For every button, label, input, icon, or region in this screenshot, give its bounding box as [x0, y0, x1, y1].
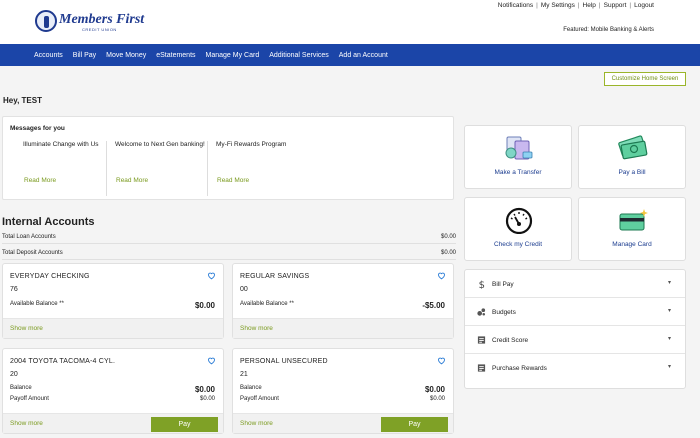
- message-text: My-Fi Rewards Program: [216, 141, 287, 148]
- app-header: Members First CREDIT UNION Notifications…: [0, 0, 700, 44]
- nav-accounts[interactable]: Accounts: [34, 52, 63, 59]
- featured-link[interactable]: Mobile Banking & Alerts: [591, 27, 654, 33]
- account-number: 76: [10, 286, 18, 293]
- chevron-down-icon: ▾: [667, 336, 671, 342]
- heart-icon[interactable]: [207, 356, 216, 365]
- account-number: 20: [10, 371, 18, 378]
- chevron-down-icon: ▾: [667, 364, 671, 370]
- transfer-icon: [505, 136, 533, 160]
- account-number: 00: [240, 286, 248, 293]
- balance-value: $0.00: [194, 385, 215, 394]
- total-loan-accounts-row: Total Loan Accounts $0.00: [2, 230, 456, 244]
- payoff-amount-row: Payoff Amount $0.00: [10, 396, 215, 402]
- read-more-link[interactable]: Read More: [24, 177, 56, 184]
- members-first-logo[interactable]: Members First CREDIT UNION: [35, 10, 144, 34]
- message-item[interactable]: My-Fi Rewards Program Read More: [208, 141, 308, 196]
- chevron-down-icon: ▾: [667, 308, 671, 314]
- document-icon: [477, 364, 486, 372]
- featured-label: Featured:: [563, 27, 589, 33]
- manage-card-tile[interactable]: Manage Card: [578, 197, 686, 261]
- help-link[interactable]: Help: [583, 2, 596, 9]
- make-a-transfer-tile[interactable]: Make a Transfer: [464, 125, 572, 189]
- nav-move-money[interactable]: Move Money: [106, 52, 146, 59]
- show-more-link[interactable]: Show more: [240, 325, 273, 332]
- svg-text:$: $: [479, 280, 485, 289]
- logout-link[interactable]: Logout: [634, 2, 654, 9]
- total-deposit-accounts-row: Total Deposit Accounts $0.00: [2, 246, 456, 260]
- my-settings-link[interactable]: My Settings: [541, 2, 575, 9]
- account-name: PERSONAL UNSECURED: [240, 358, 328, 365]
- accordion-credit-score[interactable]: Credit Score ▾: [465, 326, 685, 354]
- message-text: Welcome to Next Gen banking!: [115, 141, 205, 148]
- balance-row: Balance $0.00: [10, 385, 215, 394]
- balance-row: Balance $0.00: [240, 385, 445, 394]
- account-card[interactable]: REGULAR SAVINGS 00 Available Balance ** …: [232, 263, 454, 339]
- payoff-amount-row: Payoff Amount $0.00: [240, 396, 445, 402]
- available-balance-row: Available Balance ** $0.00: [10, 301, 215, 310]
- payoff-value: $0.00: [199, 396, 215, 402]
- dollar-icon: $: [479, 280, 485, 289]
- account-card[interactable]: 2004 TOYOTA TACOMA-4 CYL. 20 Balance $0.…: [2, 348, 224, 434]
- credit-card-icon: [619, 209, 648, 231]
- heart-icon[interactable]: [437, 356, 446, 365]
- heart-icon[interactable]: [207, 271, 216, 280]
- show-more-link[interactable]: Show more: [240, 420, 273, 427]
- show-more-link[interactable]: Show more: [10, 420, 43, 427]
- accordion-budgets[interactable]: Budgets ▾: [465, 298, 685, 326]
- accordion-purchase-rewards[interactable]: Purchase Rewards ▾: [465, 354, 685, 382]
- payoff-value: $0.00: [429, 396, 445, 402]
- nav-additional-services[interactable]: Additional Services: [269, 52, 329, 59]
- support-link[interactable]: Support: [604, 2, 627, 9]
- check-my-credit-tile[interactable]: Check my Credit: [464, 197, 572, 261]
- account-name: 2004 TOYOTA TACOMA-4 CYL.: [10, 358, 116, 365]
- balance-value: $0.00: [424, 385, 445, 394]
- pay-a-bill-tile[interactable]: Pay a Bill: [578, 125, 686, 189]
- utility-links: Notifications | My Settings | Help | Sup…: [497, 2, 654, 9]
- nav-estatements[interactable]: eStatements: [156, 52, 195, 59]
- customize-home-screen-button[interactable]: Customize Home Screen: [604, 72, 686, 86]
- account-number: 21: [240, 371, 248, 378]
- account-name: REGULAR SAVINGS: [240, 273, 310, 280]
- featured-bar: Featured: Mobile Banking & Alerts: [563, 27, 654, 33]
- internal-accounts-title: Internal Accounts: [2, 216, 95, 228]
- account-card[interactable]: PERSONAL UNSECURED 21 Balance $0.00 Payo…: [232, 348, 454, 434]
- pay-button[interactable]: Pay: [151, 417, 218, 432]
- balance-value: -$5.00: [422, 301, 445, 310]
- nav-add-an-account[interactable]: Add an Account: [339, 52, 388, 59]
- read-more-link[interactable]: Read More: [217, 177, 249, 184]
- logo-icon: [35, 10, 57, 32]
- tools-accordion: $ Bill Pay ▾ Budgets ▾ Credit Score ▾ Pu…: [464, 269, 686, 389]
- messages-panel: Messages for you Illuminate Change with …: [2, 116, 454, 200]
- greeting: Hey, TEST: [3, 96, 42, 105]
- read-more-link[interactable]: Read More: [116, 177, 148, 184]
- nav-manage-my-card[interactable]: Manage My Card: [206, 52, 260, 59]
- available-balance-row: Available Balance ** -$5.00: [240, 301, 445, 310]
- money-icon: [618, 135, 648, 160]
- message-item[interactable]: Illuminate Change with Us Read More: [15, 141, 107, 196]
- message-item[interactable]: Welcome to Next Gen banking! Read More: [107, 141, 208, 196]
- document-icon: [477, 336, 486, 344]
- gauge-icon: [505, 207, 533, 234]
- account-card[interactable]: EVERYDAY CHECKING 76 Available Balance *…: [2, 263, 224, 339]
- budget-icon: [477, 308, 486, 316]
- message-text: Illuminate Change with Us: [23, 141, 99, 148]
- show-more-link[interactable]: Show more: [10, 325, 43, 332]
- heart-icon[interactable]: [437, 271, 446, 280]
- accordion-bill-pay[interactable]: $ Bill Pay ▾: [465, 270, 685, 298]
- nav-bill-pay[interactable]: Bill Pay: [73, 52, 96, 59]
- pay-button[interactable]: Pay: [381, 417, 448, 432]
- main-nav: Accounts Bill Pay Move Money eStatements…: [0, 44, 700, 66]
- balance-value: $0.00: [194, 301, 215, 310]
- account-name: EVERYDAY CHECKING: [10, 273, 90, 280]
- chevron-down-icon: ▾: [667, 280, 671, 286]
- notifications-link[interactable]: Notifications: [498, 2, 533, 9]
- messages-title: Messages for you: [10, 125, 65, 132]
